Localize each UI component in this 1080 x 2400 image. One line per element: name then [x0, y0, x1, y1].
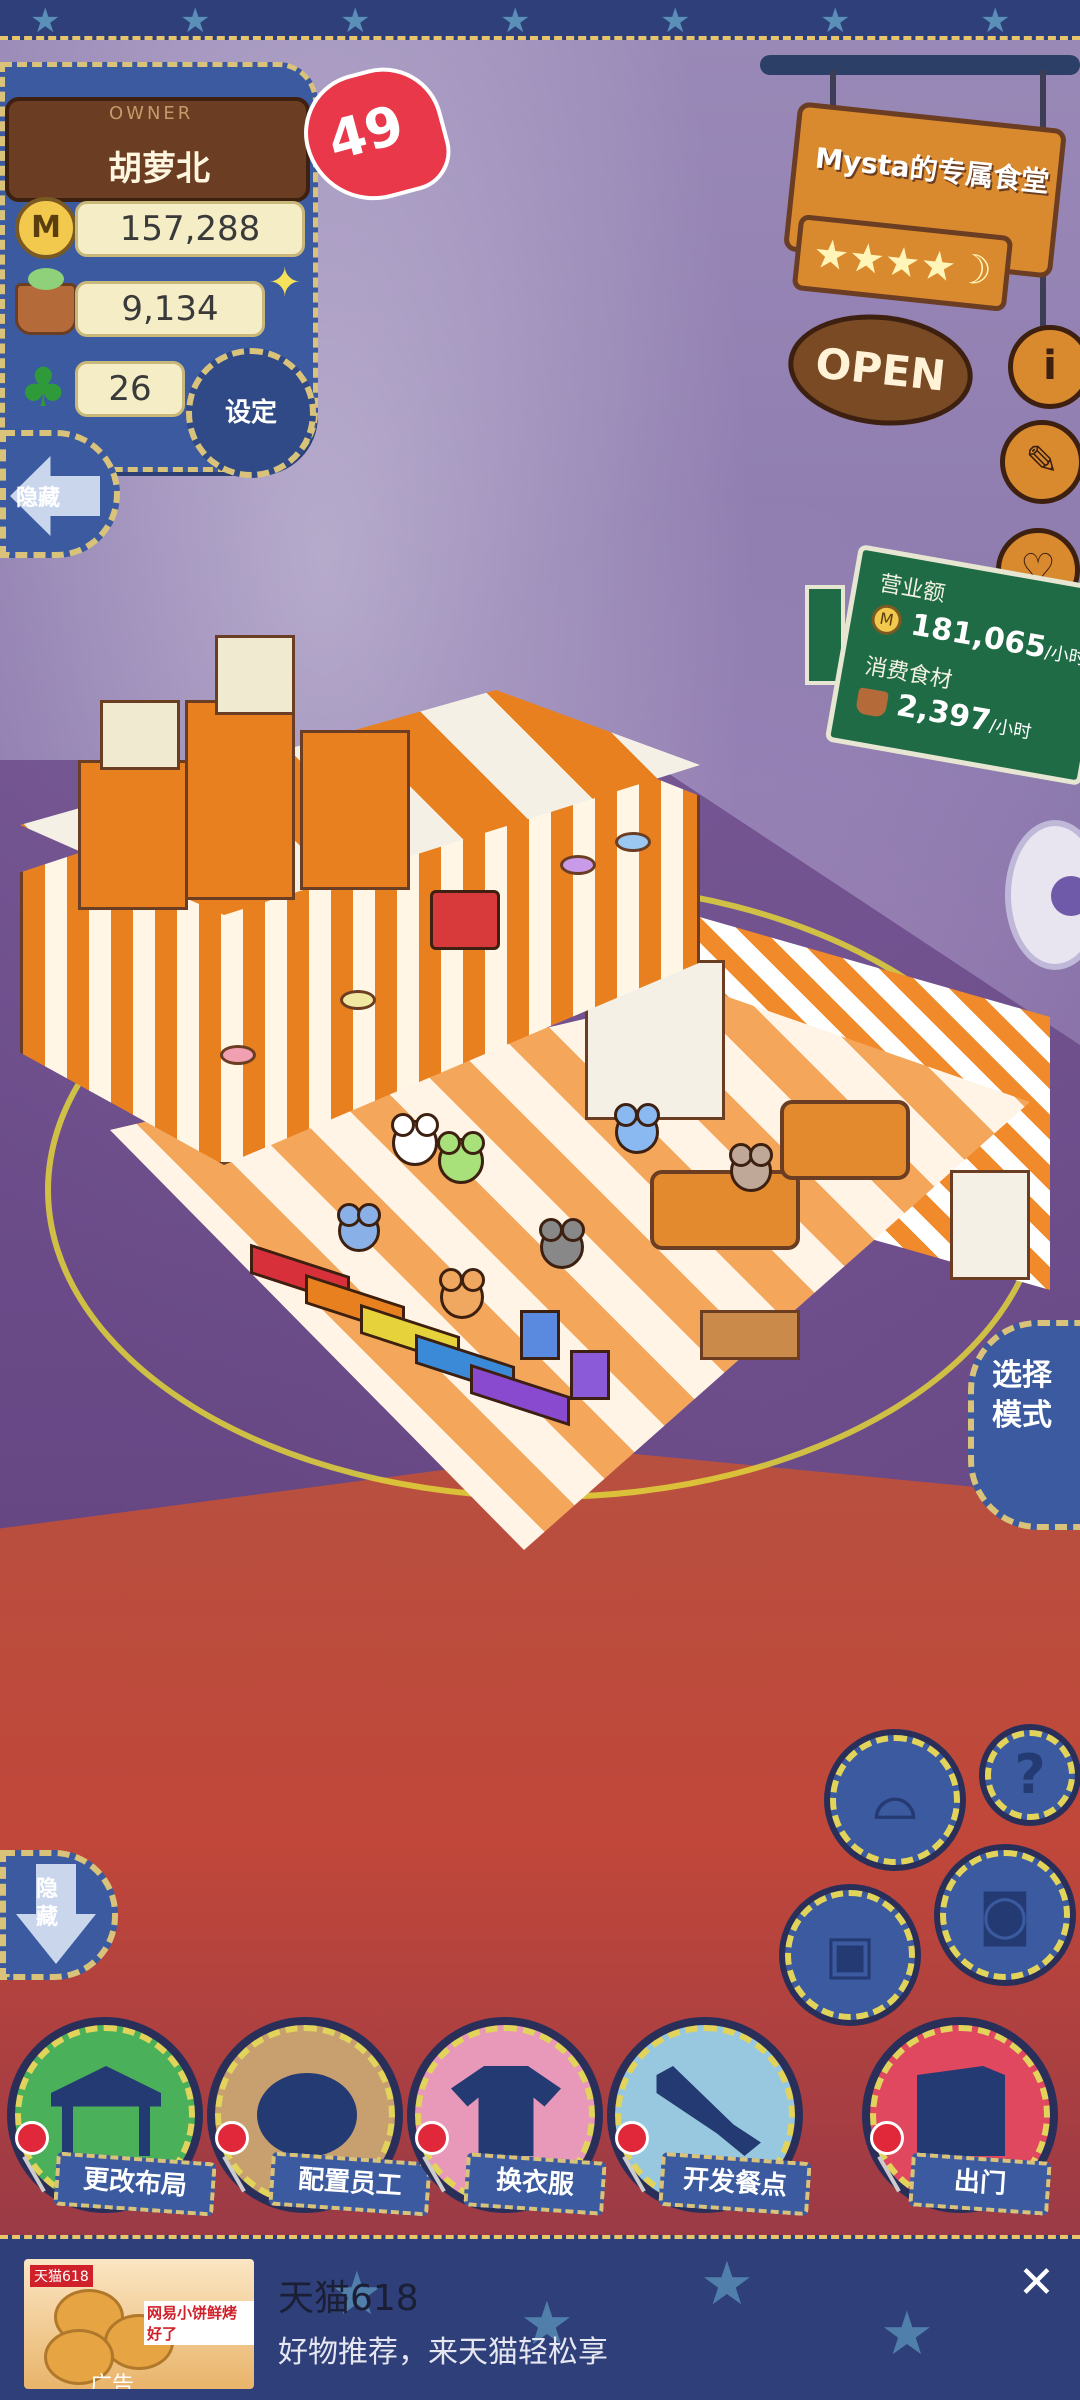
settings-button[interactable]: 设定 — [186, 348, 316, 478]
ingredient-basket-icon — [854, 687, 890, 718]
album-button[interactable]: ▣ — [785, 1890, 915, 2020]
pin-icon — [15, 2121, 49, 2155]
settings-label: 设定 — [224, 398, 277, 428]
sparkle-icon: ✦ — [268, 260, 302, 306]
owner-name: 胡萝北 — [108, 149, 210, 189]
cashier-desk[interactable] — [700, 1310, 800, 1360]
cube-top[interactable] — [100, 700, 180, 770]
info-icon: i — [1043, 343, 1057, 389]
change-layout-label: 更改布局 — [53, 2151, 217, 2217]
sales-label: 营业额 — [877, 571, 947, 608]
close-icon[interactable]: ✕ — [1018, 2261, 1055, 2305]
star-icon: ★ — [180, 1, 211, 41]
ad-promo-text: 网易小饼鲜烤好了 — [144, 2301, 254, 2345]
recipe-button[interactable]: ✎ — [1000, 420, 1080, 504]
ingredient-basket-icon — [15, 268, 77, 335]
star-icon: ★ — [820, 1, 851, 41]
table-icon — [51, 2066, 161, 2156]
star-icon: ★ — [700, 2249, 754, 2319]
clover-icon: ♣ — [19, 356, 68, 419]
ingredients-value: 9,134 — [75, 281, 265, 337]
top-star-strip: ★ ★ ★ ★ ★ ★ ★ — [0, 0, 1080, 40]
owner-nameplate[interactable]: OWNER 胡萝北 — [5, 97, 310, 202]
spotlight — [220, 1045, 256, 1065]
picture-frame-icon: ▣ — [824, 1923, 876, 1986]
coins-value: 157,288 — [75, 201, 305, 257]
customer-bear[interactable] — [337, 1203, 381, 1252]
star-icon: ★ — [30, 1, 61, 41]
cap-icon: ⌓ — [873, 1768, 917, 1831]
tv[interactable] — [430, 890, 500, 950]
shirt-icon — [451, 2066, 561, 2156]
side-shelf[interactable] — [950, 1170, 1030, 1280]
coin-icon: M — [869, 602, 904, 638]
star-icon: ★ — [500, 1, 531, 41]
hide-label: 隐藏 — [36, 1877, 59, 1930]
ad-title: 天猫618 — [278, 2278, 419, 2319]
sign-bracket — [760, 55, 1080, 75]
chair[interactable] — [520, 1310, 560, 1360]
star-icon: ★ — [660, 1, 691, 41]
clovers-value: 26 — [75, 361, 185, 417]
recipe-book-icon: ✎ — [1025, 438, 1059, 484]
cube-stack[interactable] — [185, 700, 295, 900]
customer-bear[interactable] — [729, 1143, 773, 1192]
select-mode-label: 选择模式 — [992, 1358, 1052, 1433]
sofa[interactable] — [650, 1170, 800, 1250]
knife-icon — [656, 2066, 761, 2156]
camera-button[interactable]: ◙ — [940, 1850, 1070, 1980]
ad-brand-badge: 天猫618 — [30, 2265, 93, 2287]
owner-label: OWNER — [109, 103, 194, 124]
door-icon — [917, 2066, 1005, 2156]
customer-bear[interactable] — [439, 1268, 485, 1319]
hide-label: 隐藏 — [16, 486, 61, 511]
develop-menu-label: 开发餐点 — [658, 2151, 812, 2217]
select-mode-button[interactable]: 选择模式 — [968, 1320, 1080, 1530]
consume-value: 2,397/小时 — [893, 688, 1033, 744]
cap-button[interactable]: ⌓ — [830, 1735, 960, 1865]
go-out-label: 出门 — [908, 2152, 1052, 2216]
pin-icon — [870, 2121, 904, 2155]
consume-label: 消费食材 — [863, 654, 955, 694]
pin-icon — [215, 2121, 249, 2155]
help-button[interactable]: ? — [985, 1730, 1075, 1820]
question-icon: ? — [1014, 1743, 1046, 1806]
ad-tag: 广告 — [90, 2373, 135, 2389]
clovers-row: ♣ 26 — [15, 357, 215, 421]
staff-bear[interactable] — [391, 1113, 439, 1166]
star-icon: ★ — [880, 2299, 934, 2369]
bear-head-icon — [257, 2073, 357, 2157]
ad-subtitle: 好物推荐，来天猫轻松享 — [278, 2335, 608, 2370]
spotlight — [340, 990, 376, 1010]
coin-icon: M — [15, 197, 77, 259]
star-icon: ★ — [340, 1, 371, 41]
change-outfit-label: 换衣服 — [463, 2152, 607, 2216]
cube-top[interactable] — [215, 635, 295, 715]
staff-bear[interactable] — [437, 1131, 485, 1184]
ad-thumbnail[interactable]: 天猫618 网易小饼鲜烤好了 广告 — [24, 2259, 254, 2389]
pin-icon — [415, 2121, 449, 2155]
open-label: OPEN — [813, 338, 948, 401]
chair[interactable] — [570, 1350, 610, 1400]
spotlight — [615, 832, 651, 852]
cube-stack[interactable] — [78, 760, 188, 910]
camera-icon: ◙ — [978, 1883, 1032, 1946]
cube-stack[interactable] — [300, 730, 410, 890]
star-icon: ★ — [980, 1, 1011, 41]
coins-row: M 157,288 — [15, 197, 315, 261]
spotlight — [560, 855, 596, 875]
pin-icon — [615, 2121, 649, 2155]
assign-staff-label: 配置员工 — [268, 2151, 432, 2217]
customer-bear[interactable] — [614, 1103, 660, 1154]
ad-banner[interactable]: ★ ★ ★ ★ 天猫618 网易小饼鲜烤好了 广告 天猫618 好物推荐，来天猫… — [0, 2235, 1080, 2400]
customer-bear[interactable] — [539, 1218, 585, 1269]
sofa[interactable] — [780, 1100, 910, 1180]
restaurant-name: Mysta的专属食堂 — [813, 141, 1051, 199]
level-value: 49 — [321, 92, 411, 173]
